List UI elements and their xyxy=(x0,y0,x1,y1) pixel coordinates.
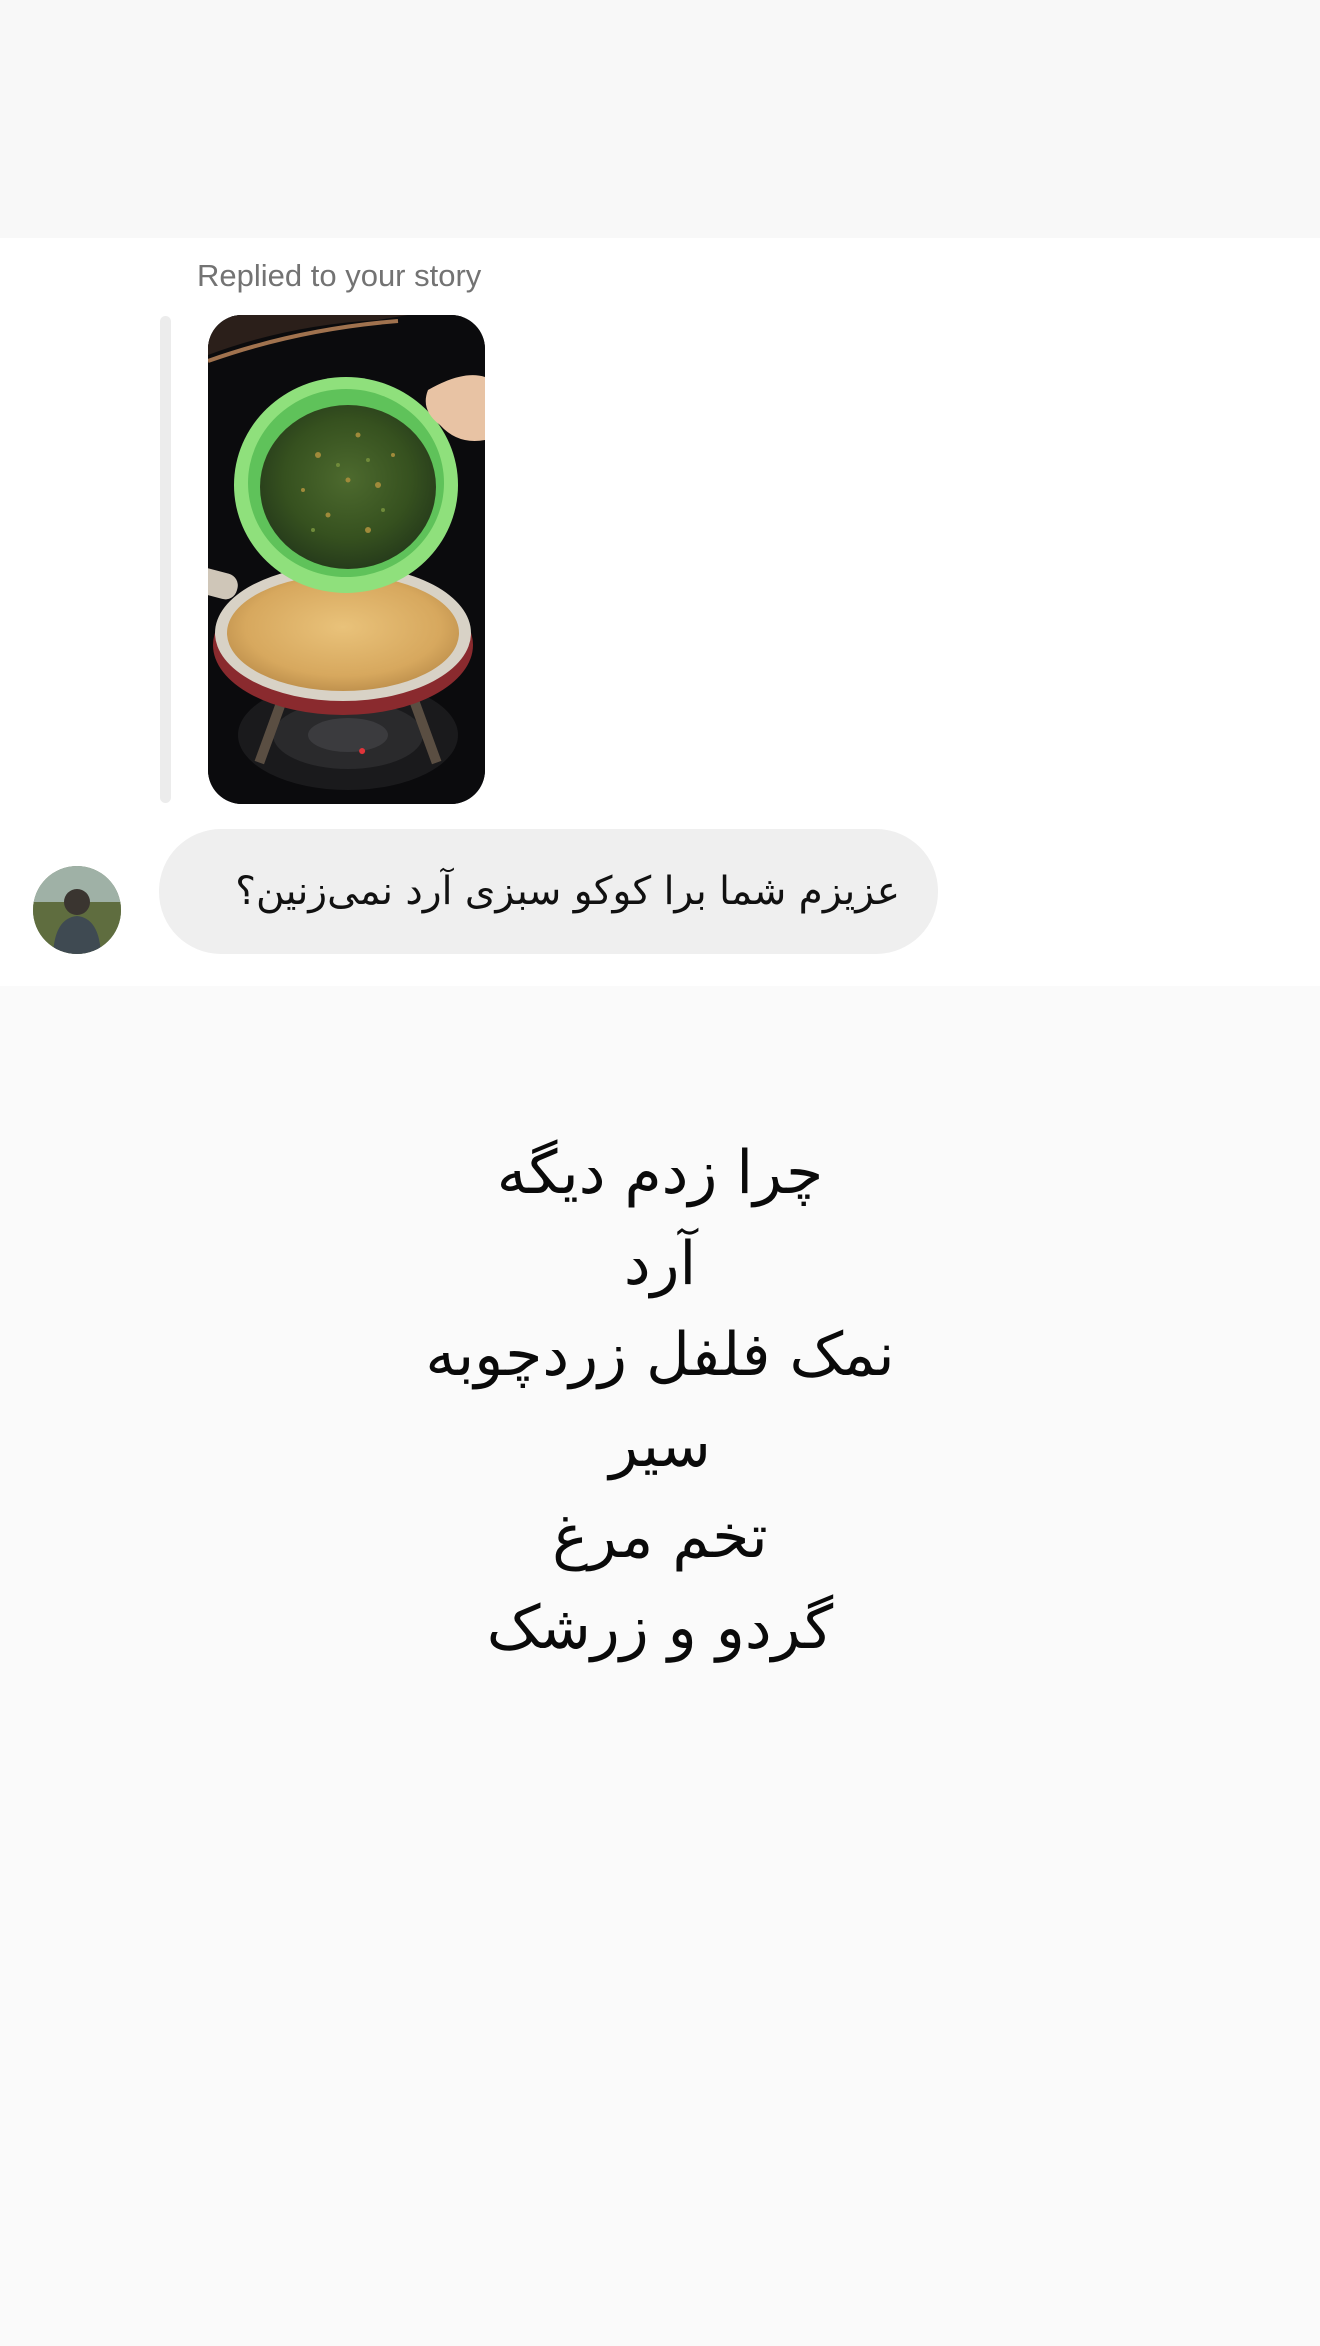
overlay-line: نمک فلفل زردچوبه xyxy=(425,1320,895,1390)
story-reply-label: Replied to your story xyxy=(197,258,482,293)
overlay-line: گردو و زرشک xyxy=(486,1593,834,1663)
story-reply-overlay: چرا زدم دیگه آرد نمک فلفل زردچوبه سیر تخ… xyxy=(220,1128,1100,1674)
sender-avatar[interactable] xyxy=(33,866,121,954)
svg-text:●: ● xyxy=(358,742,366,758)
top-blank-area xyxy=(0,0,1320,238)
overlay-line: سیر xyxy=(609,1411,711,1481)
reply-quote-bar xyxy=(160,316,171,803)
story-thumbnail[interactable]: ● xyxy=(208,315,485,804)
overlay-line: چرا زدم دیگه xyxy=(496,1138,824,1208)
overlay-line: آرد xyxy=(623,1229,697,1299)
overlay-line: تخم مرغ xyxy=(552,1502,768,1572)
message-text: عزیزم شما برا کوکو سبزی آرد نمی‌زنین؟ xyxy=(235,869,900,914)
message-bubble[interactable]: عزیزم شما برا کوکو سبزی آرد نمی‌زنین؟ xyxy=(159,829,938,954)
